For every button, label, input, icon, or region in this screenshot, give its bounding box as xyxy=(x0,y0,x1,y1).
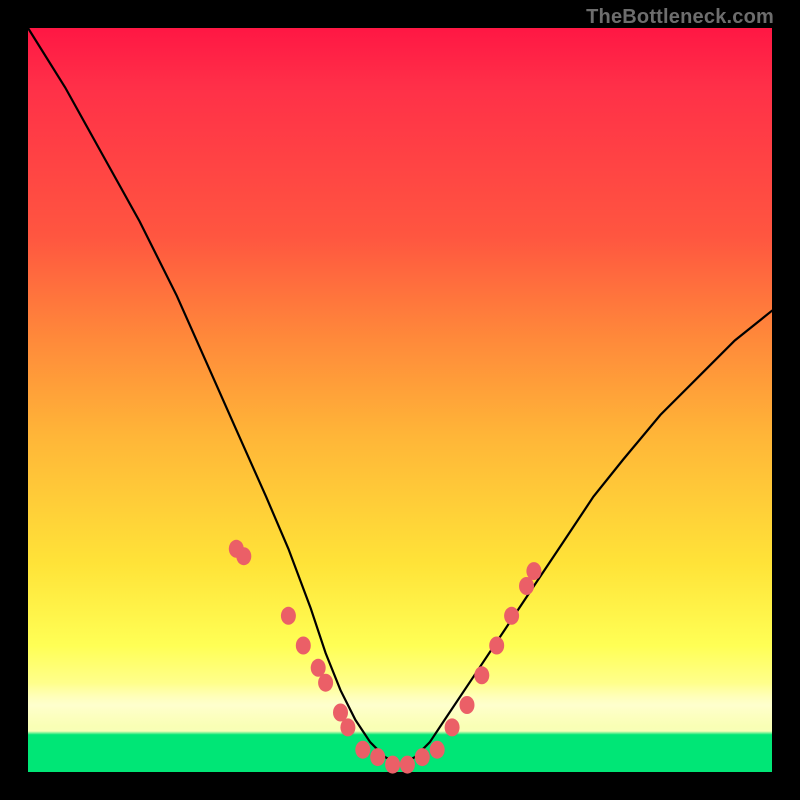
curve-marker xyxy=(296,637,311,655)
curve-marker xyxy=(526,562,541,580)
curve-marker xyxy=(370,748,385,766)
curve-marker xyxy=(355,741,370,759)
curve-marker xyxy=(318,674,333,692)
curve-marker xyxy=(415,748,430,766)
curve-marker xyxy=(489,637,504,655)
curve-marker xyxy=(340,718,355,736)
plot-area xyxy=(28,28,772,772)
bottleneck-curve-svg xyxy=(28,28,772,772)
curve-marker xyxy=(236,547,251,565)
chart-stage: TheBottleneck.com xyxy=(0,0,800,800)
curve-marker xyxy=(430,741,445,759)
watermark-text: TheBottleneck.com xyxy=(586,6,774,29)
curve-marker xyxy=(385,756,400,774)
curve-marker xyxy=(281,607,296,625)
curve-marker xyxy=(474,666,489,684)
bottleneck-curve xyxy=(28,28,772,765)
curve-marker xyxy=(445,718,460,736)
curve-marker xyxy=(460,696,475,714)
curve-marker xyxy=(400,756,415,774)
curve-marker xyxy=(504,607,519,625)
marker-group xyxy=(229,540,542,774)
